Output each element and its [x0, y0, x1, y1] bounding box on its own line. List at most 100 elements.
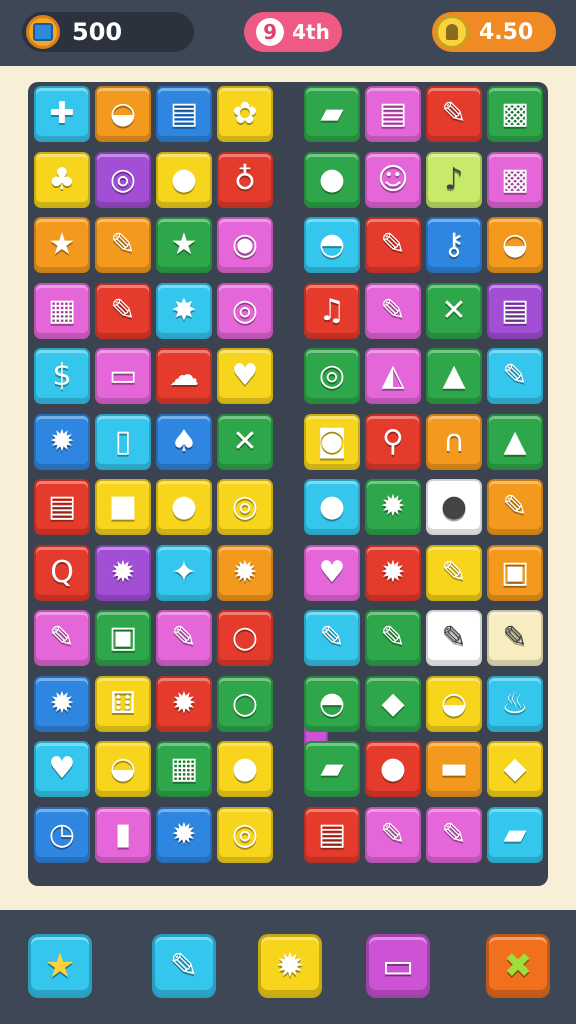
tile-left-r1-c4[interactable]: ✿ [217, 86, 273, 142]
tile-left-r10-c4[interactable]: ○ [217, 676, 273, 732]
tile-right-r12-c3[interactable]: ✎ [426, 807, 482, 863]
tile-right-r11-c3[interactable]: ▬ [426, 741, 482, 797]
chat-tool-button[interactable]: ▭ [366, 934, 430, 998]
tile-right-r7-c2[interactable]: ✹ [365, 479, 421, 535]
tile-right-r5-c1[interactable]: ◎ [304, 348, 360, 404]
tile-right-r4-c3[interactable]: ✕ [426, 283, 482, 339]
tile-right-r8-c4[interactable]: ▣ [487, 545, 543, 601]
tile-right-r3-c2[interactable]: ✎ [365, 217, 421, 273]
tile-left-r1-c3[interactable]: ▤ [156, 86, 212, 142]
tile-left-r10-c1[interactable]: ✹ [34, 676, 90, 732]
gear-tool-button[interactable]: ✹ [258, 934, 322, 998]
tile-left-r8-c3[interactable]: ✦ [156, 545, 212, 601]
tile-right-r3-c3[interactable]: ⚷ [426, 217, 482, 273]
tile-right-r2-c4[interactable]: ▩ [487, 152, 543, 208]
tile-right-r2-c3[interactable]: ♪ [426, 152, 482, 208]
tile-left-r3-c2[interactable]: ✎ [95, 217, 151, 273]
tile-right-r6-c3[interactable]: ∩ [426, 414, 482, 470]
tile-right-r4-c1[interactable]: ♫ [304, 283, 360, 339]
tile-left-r4-c3[interactable]: ✸ [156, 283, 212, 339]
tile-right-r2-c1[interactable]: ● [304, 152, 360, 208]
tile-left-r7-c4[interactable]: ◎ [217, 479, 273, 535]
tile-left-r5-c1[interactable]: $ [34, 348, 90, 404]
tile-left-r8-c2[interactable]: ✹ [95, 545, 151, 601]
tile-right-r7-c3[interactable]: ● [426, 479, 482, 535]
tile-left-r4-c1[interactable]: ▦ [34, 283, 90, 339]
tile-left-r9-c1[interactable]: ✎ [34, 610, 90, 666]
tile-right-r11-c2[interactable]: ● [365, 741, 421, 797]
tile-left-r9-c2[interactable]: ▣ [95, 610, 151, 666]
tile-right-r1-c4[interactable]: ▩ [487, 86, 543, 142]
tile-left-r5-c4[interactable]: ♥ [217, 348, 273, 404]
tile-left-r7-c1[interactable]: ▤ [34, 479, 90, 535]
tile-right-r12-c4[interactable]: ▰ [487, 807, 543, 863]
tile-left-r3-c4[interactable]: ◉ [217, 217, 273, 273]
tile-left-r9-c3[interactable]: ✎ [156, 610, 212, 666]
tile-left-r2-c1[interactable]: ♣ [34, 152, 90, 208]
tile-left-r6-c1[interactable]: ✹ [34, 414, 90, 470]
tile-right-r9-c4[interactable]: ✎ [487, 610, 543, 666]
tile-left-r1-c2[interactable]: ◒ [95, 86, 151, 142]
tile-right-r7-c1[interactable]: ● [304, 479, 360, 535]
tile-left-r3-c3[interactable]: ★ [156, 217, 212, 273]
tile-right-r8-c1[interactable]: ♥ [304, 545, 360, 601]
tile-right-r3-c4[interactable]: ◒ [487, 217, 543, 273]
shuffle-tool-button[interactable]: ✖ [486, 934, 550, 998]
tile-right-r12-c2[interactable]: ✎ [365, 807, 421, 863]
brush-tool-button[interactable]: ✎ [152, 934, 216, 998]
tile-right-r9-c3[interactable]: ✎ [426, 610, 482, 666]
tile-left-r6-c3[interactable]: ♠ [156, 414, 212, 470]
tile-right-r8-c3[interactable]: ✎ [426, 545, 482, 601]
tile-right-r7-c4[interactable]: ✎ [487, 479, 543, 535]
tile-left-r7-c3[interactable]: ● [156, 479, 212, 535]
tile-left-r11-c4[interactable]: ● [217, 741, 273, 797]
tile-right-r3-c1[interactable]: ◓ [304, 217, 360, 273]
tile-left-r10-c2[interactable]: ⚅ [95, 676, 151, 732]
tile-right-r6-c2[interactable]: ⚲ [365, 414, 421, 470]
tile-left-r3-c1[interactable]: ★ [34, 217, 90, 273]
tile-right-r5-c4[interactable]: ✎ [487, 348, 543, 404]
tile-right-r12-c1[interactable]: ▤ [304, 807, 360, 863]
tile-right-r9-c2[interactable]: ✎ [365, 610, 421, 666]
tile-right-r5-c3[interactable]: ▲ [426, 348, 482, 404]
tile-right-r4-c4[interactable]: ▤ [487, 283, 543, 339]
tile-left-r8-c1[interactable]: Q [34, 545, 90, 601]
tile-left-r2-c2[interactable]: ◎ [95, 152, 151, 208]
tile-left-r4-c2[interactable]: ✎ [95, 283, 151, 339]
tile-right-r5-c2[interactable]: ◭ [365, 348, 421, 404]
tile-left-r4-c4[interactable]: ◎ [217, 283, 273, 339]
tile-left-r12-c3[interactable]: ✹ [156, 807, 212, 863]
tile-left-r5-c3[interactable]: ☁ [156, 348, 212, 404]
tile-left-r11-c3[interactable]: ▦ [156, 741, 212, 797]
tile-right-r4-c2[interactable]: ✎ [365, 283, 421, 339]
tile-right-r8-c2[interactable]: ✹ [365, 545, 421, 601]
tile-right-r1-c2[interactable]: ▤ [365, 86, 421, 142]
tile-right-r10-c3[interactable]: ◒ [426, 676, 482, 732]
tile-right-r6-c4[interactable]: ▲ [487, 414, 543, 470]
tile-right-r10-c1[interactable]: ◓ [304, 676, 360, 732]
tile-left-r10-c3[interactable]: ✹ [156, 676, 212, 732]
tile-left-r6-c4[interactable]: ✕ [217, 414, 273, 470]
tile-right-r6-c1[interactable]: ◙ [304, 414, 360, 470]
star-tool-button[interactable]: ★ [28, 934, 92, 998]
tile-right-r9-c1[interactable]: ✎ [304, 610, 360, 666]
tile-right-r10-c4[interactable]: ♨ [487, 676, 543, 732]
tile-right-r11-c4[interactable]: ◆ [487, 741, 543, 797]
tile-left-r5-c2[interactable]: ▭ [95, 348, 151, 404]
tile-left-r12-c1[interactable]: ◷ [34, 807, 90, 863]
tile-right-r1-c1[interactable]: ▰ [304, 86, 360, 142]
tile-left-r6-c2[interactable]: ▯ [95, 414, 151, 470]
tile-left-r11-c1[interactable]: ♥ [34, 741, 90, 797]
tile-right-r1-c3[interactable]: ✎ [426, 86, 482, 142]
tile-left-r2-c4[interactable]: ♁ [217, 152, 273, 208]
tile-left-r11-c2[interactable]: ◒ [95, 741, 151, 797]
tile-right-r10-c2[interactable]: ◆ [365, 676, 421, 732]
tile-left-r9-c4[interactable]: ○ [217, 610, 273, 666]
tile-left-r2-c3[interactable]: ● [156, 152, 212, 208]
tile-left-r12-c4[interactable]: ◎ [217, 807, 273, 863]
tile-right-r2-c2[interactable]: ☺ [365, 152, 421, 208]
tile-right-r11-c1[interactable]: ▰ [304, 741, 360, 797]
tile-left-r8-c4[interactable]: ✹ [217, 545, 273, 601]
tile-left-r1-c1[interactable]: ✚ [34, 86, 90, 142]
tile-left-r12-c2[interactable]: ▮ [95, 807, 151, 863]
